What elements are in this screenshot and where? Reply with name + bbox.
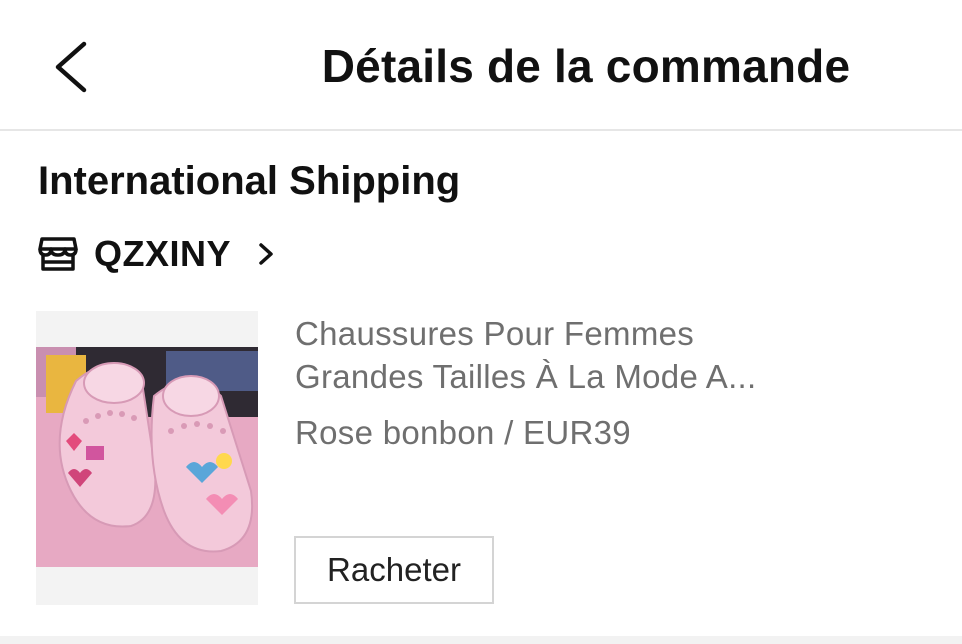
product-name[interactable]: Chaussures Pour Femmes Grandes Tailles À…	[295, 312, 855, 398]
product-name-line-2: Grandes Tailles À La Mode A...	[295, 358, 757, 395]
product-image[interactable]	[36, 311, 258, 605]
product-variant: Rose bonbon / EUR39	[295, 414, 631, 451]
store-link[interactable]: QZXINY	[38, 226, 275, 282]
shipping-section-title: International Shipping	[38, 159, 461, 203]
store-icon	[38, 237, 78, 271]
section-divider	[0, 636, 962, 644]
store-name: QZXINY	[94, 233, 232, 274]
page-title: Détails de la commande	[321, 40, 851, 92]
rebuy-button[interactable]: Racheter	[294, 536, 494, 604]
product-name-line-1: Chaussures Pour Femmes	[295, 315, 695, 352]
chevron-right-icon	[259, 243, 273, 265]
header-bar: Détails de la commande	[0, 0, 962, 131]
